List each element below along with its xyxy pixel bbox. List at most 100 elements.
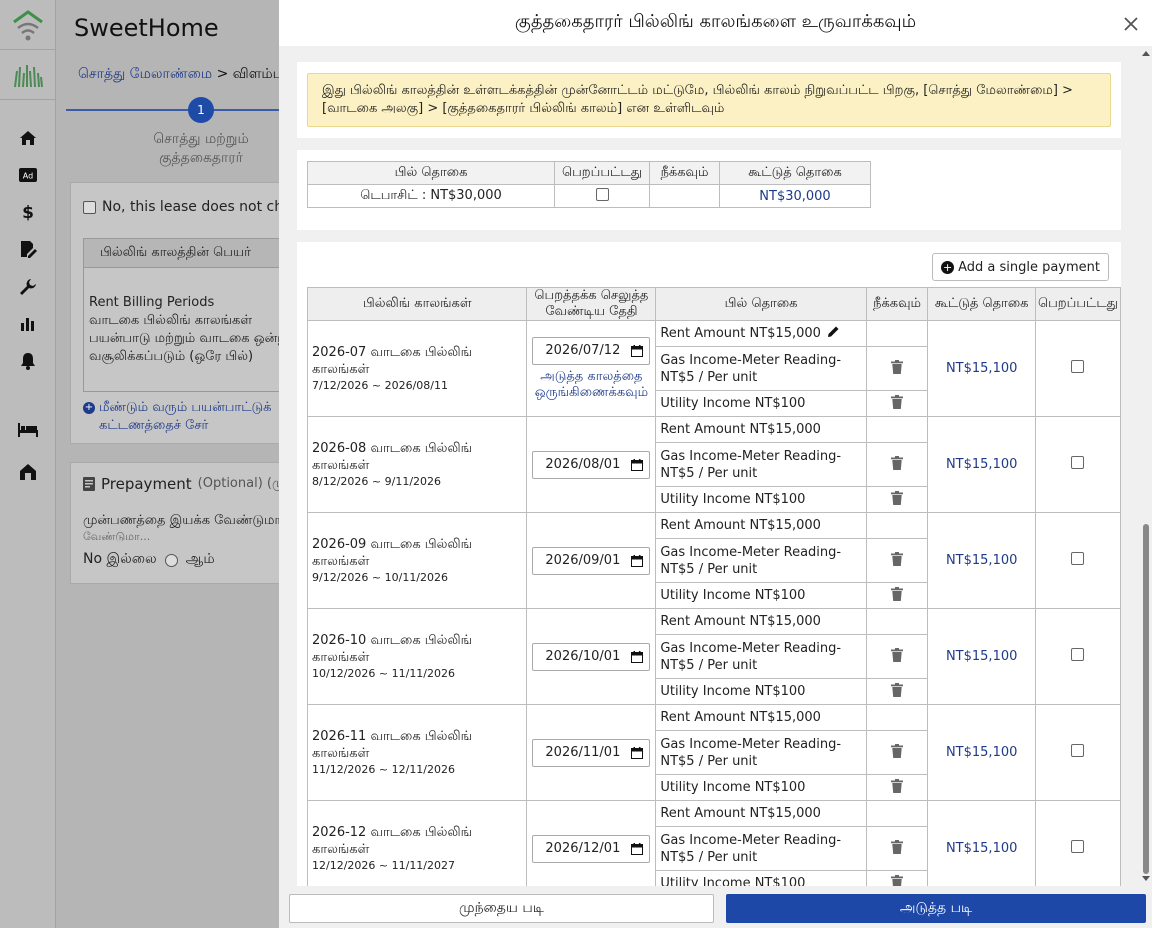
delete-cell <box>865 538 929 583</box>
sync-next-period-link[interactable]: அடுத்த காலத்தை ஒருங்கிணைக்கவும் <box>531 369 651 401</box>
bill-item-label: Gas Income-Meter Reading- NT$5 / Per uni… <box>660 448 842 481</box>
nav-ad[interactable]: Ad <box>0 168 56 182</box>
prepayment-yes-radio[interactable] <box>164 553 178 567</box>
nav-notifications[interactable] <box>0 352 56 370</box>
due-date-value: 2026/07/12 <box>545 343 621 358</box>
billing-line: Rent Billing Periods <box>89 295 215 310</box>
period-name: 2026-10 வாடகை பில்லிங் காலங்கள் <box>312 632 473 665</box>
delete-item-button[interactable] <box>891 586 904 605</box>
deposit-received-cell <box>554 184 650 208</box>
due-date-input[interactable]: 2026/09/01 <box>532 546 651 575</box>
delete-item-button[interactable] <box>891 551 904 570</box>
bill-item-cell: Utility Income NT$100 <box>655 390 867 417</box>
calendar-icon[interactable] <box>631 842 644 855</box>
billing-periods-table: பில்லிங் காலங்கள் பெறத்தக்க செலுத்த வேண்… <box>306 287 1122 886</box>
header-bill-amount: பில் தொகை <box>655 287 867 321</box>
delete-item-button[interactable] <box>891 394 904 413</box>
nav-maintenance[interactable] <box>0 278 56 296</box>
table-row: 2026-08 வாடகை பில்லிங் காலங்கள் 8/12/2026… <box>306 416 1122 513</box>
bell-icon <box>21 353 35 370</box>
delete-item-button[interactable] <box>891 647 904 666</box>
nav-property[interactable] <box>0 463 56 481</box>
prepayment-no-option[interactable]: No இல்லை <box>83 551 157 569</box>
scrollbar-thumb[interactable] <box>1143 524 1149 874</box>
calendar-icon[interactable] <box>631 458 644 471</box>
previous-step-button[interactable]: முந்தைய படி <box>289 894 714 923</box>
period-total: NT$15,100 <box>927 800 1036 886</box>
due-date-input[interactable]: 2026/12/01 <box>532 834 651 863</box>
pencil-icon[interactable] <box>827 325 840 338</box>
received-checkbox[interactable] <box>1071 648 1085 661</box>
breadcrumb-separator: > <box>212 66 233 82</box>
trash-icon <box>891 359 904 374</box>
due-date-input[interactable]: 2026/07/12 <box>532 336 651 365</box>
due-date-input[interactable]: 2026/08/01 <box>532 450 651 479</box>
trash-icon <box>891 490 904 505</box>
received-cell <box>1034 416 1122 513</box>
trash-icon <box>891 455 904 470</box>
house-icon <box>20 464 36 480</box>
calendar-icon[interactable] <box>631 746 644 759</box>
received-checkbox[interactable] <box>1071 840 1085 853</box>
bill-item-cell: Gas Income-Meter Reading- NT$5 / Per uni… <box>655 634 867 679</box>
calendar-icon[interactable] <box>631 554 644 567</box>
received-cell <box>1034 800 1122 886</box>
breadcrumb-link[interactable]: சொத்து மேலாண்மை <box>78 66 212 82</box>
period-range: 11/12/2026 ~ 12/11/2026 <box>312 762 456 776</box>
due-date-value: 2026/08/01 <box>545 457 621 472</box>
nav-home[interactable] <box>0 129 56 147</box>
received-checkbox[interactable] <box>1071 744 1085 757</box>
billing-periods-section: + Add a single payment பில்லிங் காலங்கள்… <box>297 242 1122 886</box>
trash-icon <box>891 682 904 697</box>
period-cell: 2026-10 வாடகை பில்லிங் காலங்கள் 10/12/202… <box>306 608 528 705</box>
modal-footer: முந்தைய படி அடுத்த படி <box>279 886 1152 928</box>
period-name: 2026-11 வாடகை பில்லிங் காலங்கள் <box>312 728 473 761</box>
close-button[interactable] <box>1120 13 1142 35</box>
bill-item-label: Gas Income-Meter Reading- NT$5 / Per uni… <box>660 352 842 385</box>
received-checkbox[interactable] <box>1071 456 1085 469</box>
calendar-icon[interactable] <box>631 650 644 663</box>
deposit-header-received: பெறப்பட்டது <box>554 161 650 185</box>
deposit-received-checkbox[interactable] <box>595 187 609 201</box>
bill-item-cell: Rent Amount NT$15,000 <box>655 416 867 443</box>
due-date-input[interactable]: 2026/11/01 <box>532 738 651 767</box>
bill-item-cell: Rent Amount NT$15,000 <box>655 512 867 539</box>
bill-item-cell: Utility Income NT$100 <box>655 870 867 886</box>
received-checkbox[interactable] <box>1071 552 1085 565</box>
nav-rooms[interactable] <box>0 421 56 437</box>
app-logo[interactable] <box>0 0 55 50</box>
period-name: 2026-08 வாடகை பில்லிங் காலங்கள் <box>312 440 473 473</box>
due-date-cell: 2026/12/01 <box>526 800 657 886</box>
nav-reports[interactable] <box>0 315 56 331</box>
table-row: 2026-11 வாடகை பில்லிங் காலங்கள் 11/12/202… <box>306 704 1122 801</box>
bill-item-label: Utility Income NT$100 <box>660 396 806 411</box>
scroll-up-arrow-icon[interactable] <box>1142 51 1150 56</box>
scroll-down-arrow-icon[interactable] <box>1142 876 1150 881</box>
delete-item-button[interactable] <box>891 778 904 797</box>
delete-item-button[interactable] <box>891 743 904 762</box>
price-change-checkbox[interactable] <box>83 200 96 214</box>
modal-title: குத்தகைதாரர் பில்லிங் காலங்களை உருவாக்கவ… <box>514 11 917 32</box>
prepayment-title: Prepayment <box>101 475 192 493</box>
nav-documents[interactable] <box>0 240 56 258</box>
bill-item-cell: Gas Income-Meter Reading- NT$5 / Per uni… <box>655 442 867 487</box>
delete-item-button[interactable] <box>891 839 904 858</box>
delete-item-button[interactable] <box>891 359 904 378</box>
add-recurring-fee-link[interactable]: + மீண்டும் வரும் பயன்பாட்டுக் கட்டணத்தைச… <box>83 399 284 435</box>
period-cell: 2026-07 வாடகை பில்லிங் காலங்கள் 7/12/2026… <box>306 320 528 417</box>
trash-icon <box>891 551 904 566</box>
delete-item-button[interactable] <box>891 490 904 509</box>
calendar-icon[interactable] <box>631 344 644 357</box>
delete-item-button[interactable] <box>891 682 904 701</box>
bill-item-cell: Gas Income-Meter Reading- NT$5 / Per uni… <box>655 346 867 391</box>
delete-item-button[interactable] <box>891 874 904 886</box>
add-single-payment-button[interactable]: + Add a single payment <box>932 253 1109 281</box>
received-checkbox[interactable] <box>1071 360 1085 373</box>
dollar-icon: $ <box>22 203 34 221</box>
delete-item-button[interactable] <box>891 455 904 474</box>
due-date-input[interactable]: 2026/10/01 <box>532 642 651 671</box>
background-page: SweetHome சொத்து மேலாண்மை > விளம்பரம் 1 … <box>56 0 357 928</box>
next-step-button[interactable]: அடுத்த படி <box>726 894 1146 923</box>
nav-finance[interactable]: $ <box>0 203 56 221</box>
modal-scrollbar[interactable] <box>1140 46 1152 886</box>
